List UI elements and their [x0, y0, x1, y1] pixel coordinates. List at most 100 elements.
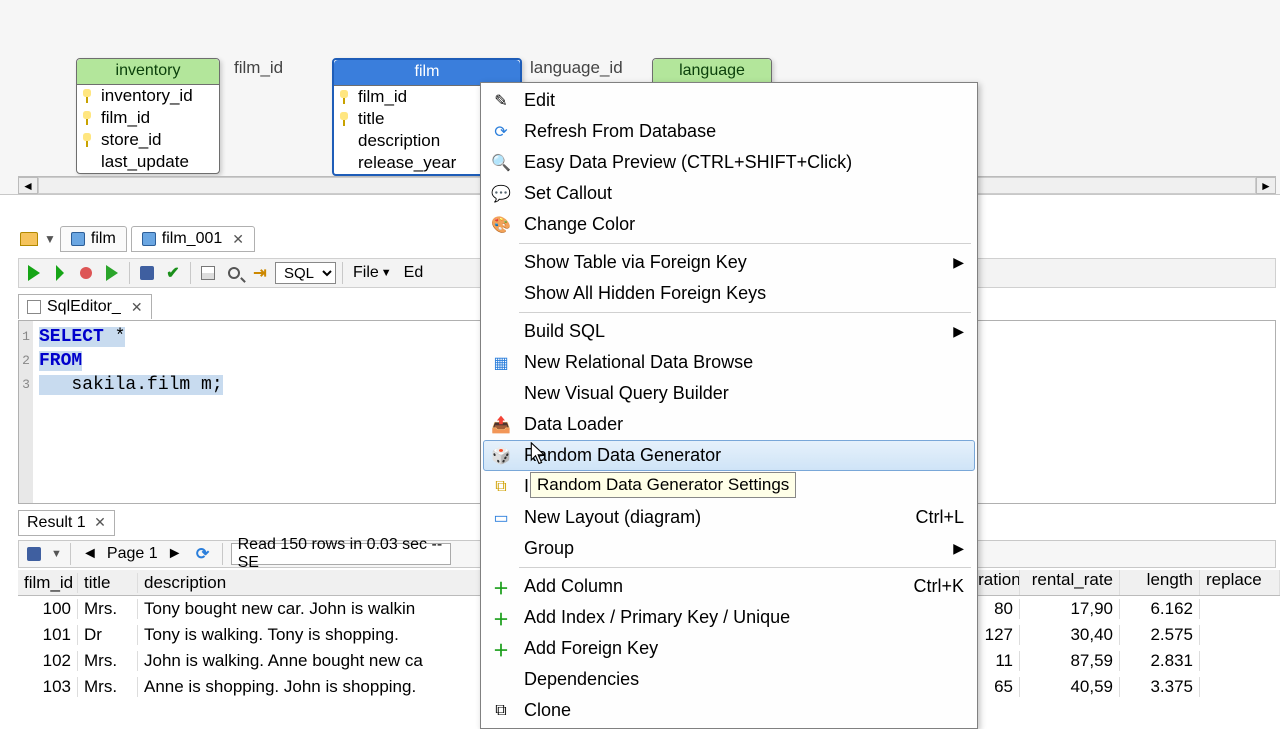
ctx-dependencies[interactable]: Dependencies — [483, 664, 975, 695]
editor-tab[interactable]: SqlEditor_ ✕ — [18, 294, 152, 319]
close-icon[interactable]: ✕ — [131, 299, 143, 316]
ctx-random-data-generator[interactable]: 🎲Random Data Generator — [483, 440, 975, 471]
disk-icon — [27, 547, 41, 561]
status-text: Read 150 rows in 0.03 sec -- SE — [231, 543, 451, 565]
relationship-label: language_id — [530, 58, 623, 78]
table-inventory[interactable]: inventory inventory_id film_id store_id … — [76, 58, 220, 174]
line-gutter: 123 — [19, 321, 33, 503]
result-tab[interactable]: Result 1 ✕ — [18, 510, 115, 536]
col-header[interactable]: description — [138, 573, 498, 593]
table-row[interactable]: 1187,592.831 — [940, 648, 1280, 674]
stop-button[interactable] — [75, 262, 97, 284]
find-button[interactable] — [223, 262, 245, 284]
page-indicator: Page 1 — [107, 545, 158, 563]
close-icon[interactable]: ✕ — [232, 231, 244, 248]
col-header[interactable]: replace — [1200, 570, 1280, 595]
plus-icon: ＋ — [488, 638, 514, 660]
column[interactable]: inventory_id — [77, 85, 219, 107]
submenu-icon: ▶ — [953, 254, 964, 271]
plus-icon: ＋ — [488, 576, 514, 598]
ctx-layout[interactable]: ▭New Layout (diagram)Ctrl+L — [483, 502, 975, 533]
generator-icon: 🎲 — [488, 445, 514, 467]
ctx-vqb[interactable]: New Visual Query Builder — [483, 378, 975, 409]
save-result-button[interactable] — [23, 543, 45, 565]
clone-icon: ⧉ — [488, 700, 514, 722]
col-header[interactable]: length — [1120, 570, 1200, 595]
ctx-build-sql[interactable]: Build SQL▶ — [483, 316, 975, 347]
tab-film-001[interactable]: film_001 ✕ — [131, 226, 255, 252]
table-icon — [142, 232, 156, 246]
export-button[interactable]: ⇥ — [249, 262, 271, 284]
col-header[interactable]: film_id — [18, 573, 78, 593]
play-icon — [106, 265, 118, 281]
language-select[interactable]: SQL — [275, 262, 336, 284]
ctx-show-all-fk[interactable]: Show All Hidden Foreign Keys — [483, 278, 975, 309]
menu-file[interactable]: File▼ — [349, 264, 396, 282]
disk-icon — [140, 266, 154, 280]
ctx-callout[interactable]: 💬Set Callout — [483, 178, 975, 209]
grid-button[interactable] — [197, 262, 219, 284]
grid-header-right: l_duration rental_rate length replace — [940, 570, 1280, 596]
ctx-preview[interactable]: 🔍Easy Data Preview (CTRL+SHIFT+Click) — [483, 147, 975, 178]
copy-icon: ⧉ — [488, 476, 514, 498]
close-icon[interactable]: ✕ — [94, 514, 106, 530]
ctx-loader[interactable]: 📤Data Loader — [483, 409, 975, 440]
refresh-icon: ⟳ — [488, 121, 514, 143]
key-icon — [83, 133, 97, 147]
ctx-add-fk[interactable]: ＋Add Foreign Key — [483, 633, 975, 664]
col-header[interactable]: rental_rate — [1020, 570, 1120, 595]
next-page-button[interactable]: ► — [164, 543, 186, 565]
table-row[interactable]: 6540,593.375 — [940, 674, 1280, 700]
tooltip: Random Data Generator Settings — [530, 472, 796, 498]
col-header[interactable]: title — [78, 573, 138, 593]
key-icon — [83, 111, 97, 125]
submenu-icon: ▶ — [953, 323, 964, 340]
table-row[interactable]: 12730,402.575 — [940, 622, 1280, 648]
ctx-show-fk[interactable]: Show Table via Foreign Key▶ — [483, 247, 975, 278]
column[interactable]: last_update — [77, 151, 219, 173]
relationship-label: film_id — [234, 58, 283, 78]
file-tab-bar: ▼ film film_001 ✕ — [18, 226, 255, 252]
ctx-edit[interactable]: ✎Edit — [483, 85, 975, 116]
scroll-right-icon[interactable]: ► — [1256, 177, 1276, 194]
refresh-button[interactable]: ⟳ — [192, 543, 214, 565]
menu-edit[interactable]: Ed — [400, 264, 428, 282]
column[interactable]: film_id — [77, 107, 219, 129]
folder-icon — [20, 232, 38, 246]
submenu-icon: ▶ — [953, 540, 964, 557]
column[interactable]: store_id — [77, 129, 219, 151]
key-icon — [340, 90, 354, 104]
loader-icon: 📤 — [488, 414, 514, 436]
table-row[interactable]: 8017,906.162 — [940, 596, 1280, 622]
save-button[interactable] — [136, 262, 158, 284]
open-folder-button[interactable] — [18, 228, 40, 250]
grid-icon: ▦ — [488, 352, 514, 374]
table-icon — [71, 232, 85, 246]
ctx-rel-browse[interactable]: ▦New Relational Data Browse — [483, 347, 975, 378]
ctx-color[interactable]: 🎨Change Color — [483, 209, 975, 240]
run-button[interactable] — [23, 262, 45, 284]
explain-button[interactable] — [101, 262, 123, 284]
callout-icon: 💬 — [488, 183, 514, 205]
prev-page-button[interactable]: ◄ — [79, 543, 101, 565]
commit-button[interactable]: ✔ — [162, 262, 184, 284]
code-area[interactable]: SELECT * FROM sakila.film m; — [33, 321, 229, 503]
ctx-group[interactable]: Group▶ — [483, 533, 975, 564]
stop-icon — [80, 267, 92, 279]
palette-icon: 🎨 — [488, 214, 514, 236]
ctx-add-column[interactable]: ＋Add ColumnCtrl+K — [483, 571, 975, 602]
plus-icon: ＋ — [488, 607, 514, 629]
file-icon — [27, 300, 41, 314]
ctx-add-index[interactable]: ＋Add Index / Primary Key / Unique — [483, 602, 975, 633]
ctx-clone[interactable]: ⧉Clone — [483, 695, 975, 726]
table-title: inventory — [77, 59, 219, 85]
play-icon — [28, 265, 40, 281]
scroll-left-icon[interactable]: ◄ — [18, 177, 38, 194]
run-script-button[interactable] — [49, 262, 71, 284]
dropdown-icon[interactable]: ▼ — [51, 548, 62, 560]
dropdown-icon[interactable]: ▼ — [44, 232, 56, 246]
tab-film[interactable]: film — [60, 226, 127, 252]
ctx-refresh[interactable]: ⟳Refresh From Database — [483, 116, 975, 147]
search-icon — [228, 267, 240, 279]
preview-icon: 🔍 — [488, 152, 514, 174]
